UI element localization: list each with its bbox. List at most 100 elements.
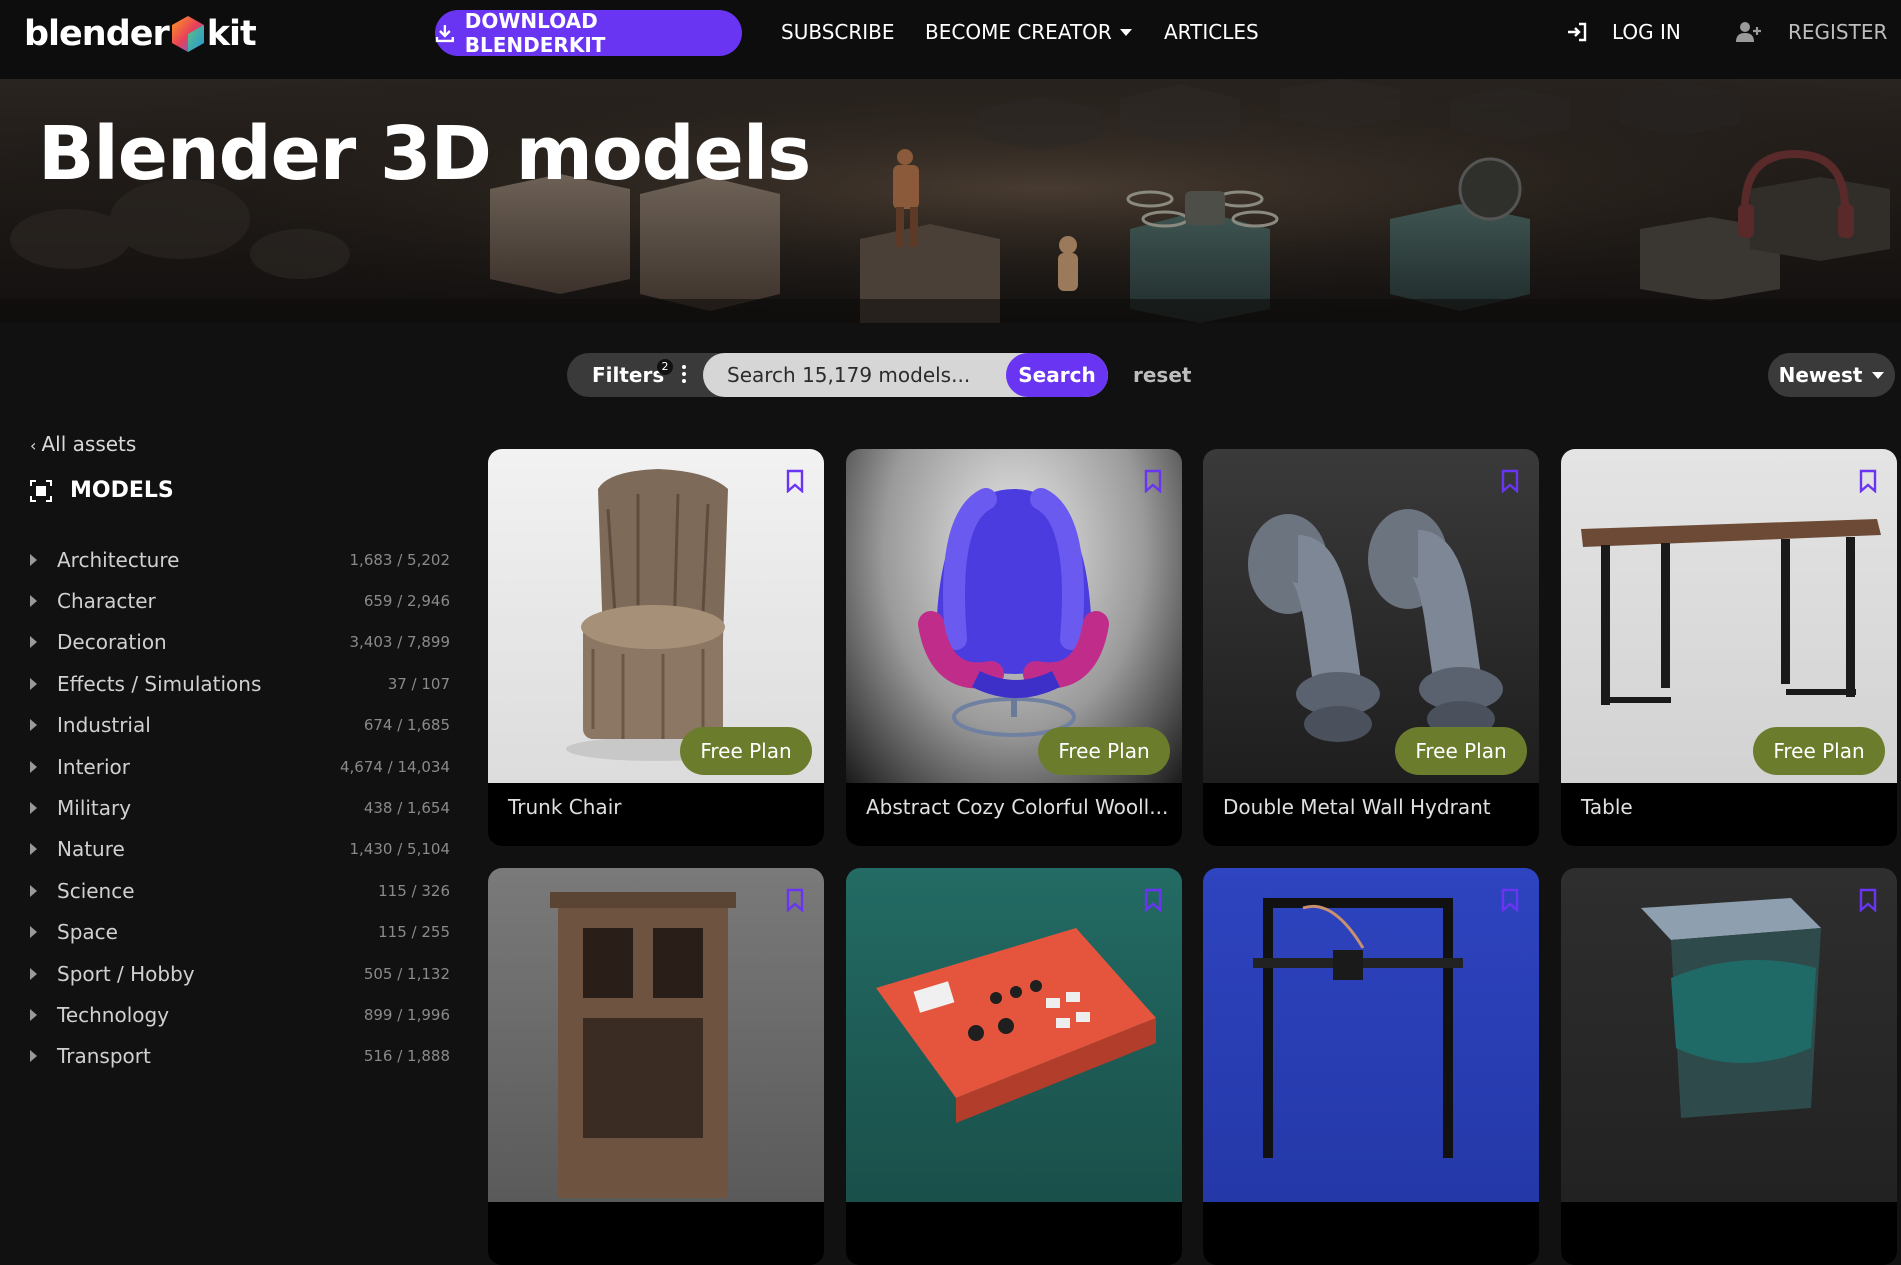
- category-count: 505 / 1,132: [363, 964, 450, 983]
- asset-title[interactable]: Double Metal Wall Hydrant: [1223, 795, 1491, 819]
- articles-label: ARTICLES: [1164, 20, 1259, 44]
- category-label: Science: [57, 878, 135, 903]
- category-label: Architecture: [57, 547, 180, 572]
- category-count: 674 / 1,685: [363, 716, 450, 735]
- sort-dropdown[interactable]: Newest: [1768, 353, 1895, 397]
- add-user-icon: [1736, 22, 1761, 42]
- logo-cube-icon: [171, 16, 204, 52]
- bookmark-icon[interactable]: [1501, 888, 1519, 912]
- subscribe-label: SUBSCRIBE: [781, 20, 895, 44]
- asset-title[interactable]: Trunk Chair: [508, 795, 621, 819]
- bookmark-icon[interactable]: [1501, 469, 1519, 493]
- dj-controller-image: [876, 928, 1156, 1123]
- asset-card[interactable]: [488, 868, 824, 1265]
- category-item-industrial[interactable]: Industrial 674 / 1,685: [30, 705, 450, 746]
- page-title: Blender 3D models: [38, 111, 811, 197]
- sort-label: Newest: [1778, 363, 1863, 387]
- expand-arrow-icon: [30, 967, 37, 980]
- logo-text-left: blender: [24, 14, 170, 54]
- category-count: 516 / 1,888: [363, 1047, 450, 1066]
- category-count: 115 / 255: [378, 923, 450, 942]
- blenderkit-logo[interactable]: blender kit: [24, 14, 257, 54]
- category-label: Technology: [57, 1002, 170, 1027]
- more-vertical-icon[interactable]: [682, 365, 686, 385]
- download-blenderkit-button[interactable]: DOWNLOAD BLENDERKIT: [435, 9, 742, 57]
- category-item-character[interactable]: Character 659 / 2,946: [30, 580, 450, 621]
- category-item-science[interactable]: Science 115 / 326: [30, 870, 450, 911]
- nav-become-creator[interactable]: BECOME CREATOR: [925, 20, 1132, 44]
- filters-button[interactable]: Filters: [592, 363, 664, 387]
- register-label: REGISTER: [1788, 20, 1888, 44]
- expand-arrow-icon: [30, 884, 37, 897]
- category-item-decoration[interactable]: Decoration 3,403 / 7,899: [30, 622, 450, 663]
- category-count: 115 / 326: [378, 881, 450, 900]
- bookmark-icon[interactable]: [1144, 888, 1162, 912]
- free-plan-badge: Free Plan: [1753, 727, 1885, 775]
- asset-card[interactable]: [1561, 868, 1897, 1265]
- category-label: Transport: [57, 1044, 151, 1069]
- category-count: 37 / 107: [387, 674, 450, 693]
- bookmark-icon[interactable]: [786, 888, 804, 912]
- back-all-assets-link[interactable]: ‹ All assets: [30, 432, 136, 456]
- category-count: 3,403 / 7,899: [349, 633, 450, 652]
- chevron-left-icon: ‹: [30, 436, 42, 455]
- bookmark-icon[interactable]: [1144, 469, 1162, 493]
- category-item-nature[interactable]: Nature 1,430 / 5,104: [30, 829, 450, 870]
- category-label: Effects / Simulations: [57, 671, 262, 696]
- nav-login[interactable]: LOG IN: [1566, 20, 1681, 44]
- category-item-transport[interactable]: Transport 516 / 1,888: [30, 1036, 450, 1077]
- expand-arrow-icon: [30, 760, 37, 773]
- reset-link[interactable]: reset: [1133, 363, 1191, 387]
- search-button[interactable]: Search: [1006, 353, 1108, 397]
- category-item-sport-hobby[interactable]: Sport / Hobby 505 / 1,132: [30, 953, 450, 994]
- become-creator-label: BECOME CREATOR: [925, 20, 1112, 44]
- asset-card[interactable]: [846, 868, 1182, 1265]
- bookmark-icon[interactable]: [786, 469, 804, 493]
- asset-card[interactable]: Free Plan Abstract Cozy Colorful Wooll..…: [846, 449, 1182, 846]
- category-item-effects-simulations[interactable]: Effects / Simulations 37 / 107: [30, 663, 450, 704]
- bookmark-icon[interactable]: [1859, 888, 1877, 912]
- category-label: Nature: [57, 837, 125, 862]
- filters-count-badge: 2: [657, 359, 673, 375]
- category-list: Architecture 1,683 / 5,202 Character 659 /…: [30, 539, 450, 1077]
- category-item-architecture[interactable]: Architecture 1,683 / 5,202: [30, 539, 450, 580]
- nav-articles[interactable]: ARTICLES: [1164, 20, 1259, 44]
- category-count: 1,683 / 5,202: [349, 550, 450, 569]
- category-label: Military: [57, 796, 132, 821]
- download-label: DOWNLOAD BLENDERKIT: [464, 9, 606, 57]
- category-item-interior[interactable]: Interior 4,674 / 14,034: [30, 746, 450, 787]
- category-label: Decoration: [57, 630, 167, 655]
- asset-card[interactable]: [1203, 868, 1539, 1265]
- nav-register[interactable]: REGISTER: [1736, 20, 1887, 44]
- expand-arrow-icon: [30, 843, 37, 856]
- nav-subscribe[interactable]: SUBSCRIBE: [781, 20, 895, 44]
- trash-bin-image: [1641, 898, 1821, 1118]
- top-navbar: blender kit DOWNLOAD BLENDERKIT SUBSCRIB…: [0, 0, 1901, 79]
- chevron-down-icon: [1872, 371, 1885, 379]
- bookmark-icon[interactable]: [1859, 469, 1877, 493]
- asset-thumbnail[interactable]: [1561, 868, 1897, 1202]
- free-plan-badge: Free Plan: [1395, 727, 1527, 775]
- category-item-space[interactable]: Space 115 / 255: [30, 912, 450, 953]
- category-item-technology[interactable]: Technology 899 / 1,996: [30, 994, 450, 1035]
- category-count: 659 / 2,946: [363, 592, 450, 611]
- category-item-military[interactable]: Military 438 / 1,654: [30, 787, 450, 828]
- asset-thumbnail[interactable]: [1203, 868, 1539, 1202]
- asset-card[interactable]: Free Plan Table: [1561, 449, 1897, 846]
- login-label: LOG IN: [1612, 20, 1681, 44]
- expand-arrow-icon: [30, 636, 37, 649]
- asset-card[interactable]: Free Plan Double Metal Wall Hydrant: [1203, 449, 1539, 846]
- asset-title[interactable]: Abstract Cozy Colorful Wooll...: [866, 795, 1168, 819]
- hero-banner: Blender 3D models: [0, 79, 1901, 323]
- expand-arrow-icon: [30, 677, 37, 690]
- asset-card[interactable]: Free Plan Trunk Chair: [488, 449, 824, 846]
- asset-thumbnail[interactable]: [846, 868, 1182, 1202]
- chevron-down-icon: [1119, 28, 1132, 36]
- all-assets-label: All assets: [41, 432, 137, 456]
- download-icon: [435, 25, 454, 43]
- expand-arrow-icon: [30, 719, 37, 732]
- asset-thumbnail[interactable]: [488, 868, 824, 1202]
- logo-text-right: kit: [206, 14, 257, 54]
- asset-title[interactable]: Table: [1581, 795, 1633, 819]
- free-plan-badge: Free Plan: [1038, 727, 1170, 775]
